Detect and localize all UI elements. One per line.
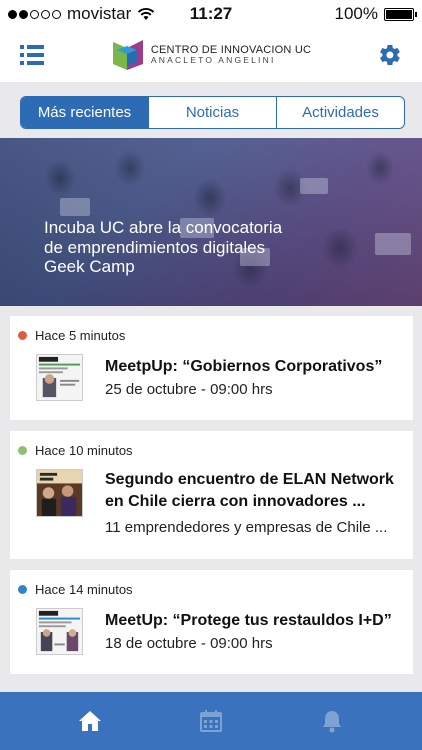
menu-row — [20, 45, 44, 49]
logo-text: CENTRO DE INNOVACION UC ANACLETO ANGELIN… — [151, 44, 311, 66]
nav-notifications[interactable] — [319, 708, 345, 734]
menu-row — [20, 61, 44, 65]
card-subtitle: 11 emprendedores y empresas de Chile ... — [105, 519, 388, 536]
feed-card[interactable]: Hace 14 minutos MeetUp: “Protege tus res… — [10, 570, 413, 674]
menu-icon[interactable] — [20, 45, 44, 65]
card-subtitle: 18 de octubre - 09:00 hrs — [105, 635, 273, 652]
menu-row — [20, 53, 44, 57]
nav-home[interactable] — [77, 708, 103, 734]
feed-card[interactable]: Hace 5 minutos MeetpUp: “Gobiernos Corpo… — [10, 316, 413, 420]
app-header: CENTRO DE INNOVACION UC ANACLETO ANGELIN… — [0, 28, 422, 82]
wifi-icon — [138, 7, 155, 20]
status-right: 100% — [334, 4, 417, 24]
status-dot — [18, 331, 27, 340]
tab-noticias[interactable]: Noticias — [149, 97, 277, 128]
card-time: Hace 10 minutos — [18, 443, 133, 458]
laptop-shape — [300, 178, 328, 194]
signal-strength-icon — [8, 9, 61, 19]
news-thumbnail — [36, 469, 83, 517]
status-left: movistar — [8, 4, 155, 24]
battery-fill — [386, 9, 412, 19]
hero-title: Incuba UC abre la convocatoria de empren… — [44, 218, 283, 277]
feed-card[interactable]: Hace 10 minutos Segundo encuentro de ELA… — [10, 431, 413, 559]
event-thumbnail — [36, 354, 83, 401]
status-dot — [18, 446, 27, 455]
gear-icon[interactable] — [378, 43, 402, 67]
card-time-text: Hace 5 minutos — [35, 328, 126, 343]
card-time: Hace 14 minutos — [18, 582, 133, 597]
tab-actividades[interactable]: Actividades — [277, 97, 404, 128]
logo-mark-icon — [112, 40, 143, 70]
tab-bar: Más recientes Noticias Actividades — [20, 96, 405, 129]
laptop-shape — [60, 198, 90, 216]
bell-icon — [322, 711, 341, 733]
laptop-shape — [375, 233, 411, 255]
card-title: MeetUp: “Protege tus restauldos I+D” — [105, 612, 392, 629]
card-subtitle: 25 de octubre - 09:00 hrs — [105, 381, 273, 398]
carrier-name: movistar — [67, 4, 132, 23]
card-title: Segundo encuentro de ELAN Network en Chi… — [105, 471, 394, 511]
status-dot — [18, 585, 27, 594]
signal-dot — [41, 9, 50, 19]
event-thumbnail — [36, 608, 83, 655]
signal-dot — [52, 9, 61, 19]
card-time-text: Hace 14 minutos — [35, 582, 133, 597]
card-time-text: Hace 10 minutos — [35, 443, 133, 458]
battery-percent: 100% — [334, 4, 378, 23]
card-time: Hace 5 minutos — [18, 328, 125, 343]
bottom-nav — [0, 692, 422, 750]
signal-dot — [19, 9, 28, 19]
logo-subtitle: ANACLETO ANGELINI — [150, 55, 276, 66]
status-bar: movistar 11:27 100% — [0, 0, 422, 28]
calendar-icon — [199, 710, 222, 732]
tab-mas-recientes[interactable]: Más recientes — [21, 97, 149, 128]
signal-dot — [30, 9, 39, 19]
nav-calendar[interactable] — [198, 708, 224, 734]
battery-icon — [384, 7, 417, 21]
home-icon — [79, 711, 102, 731]
logo: CENTRO DE INNOVACION UC ANACLETO ANGELIN… — [111, 38, 311, 72]
card-title: MeetpUp: “Gobiernos Corporativos” — [105, 358, 383, 375]
signal-dot — [8, 9, 17, 19]
hero-banner[interactable]: Incuba UC abre la convocatoria de empren… — [0, 138, 422, 306]
